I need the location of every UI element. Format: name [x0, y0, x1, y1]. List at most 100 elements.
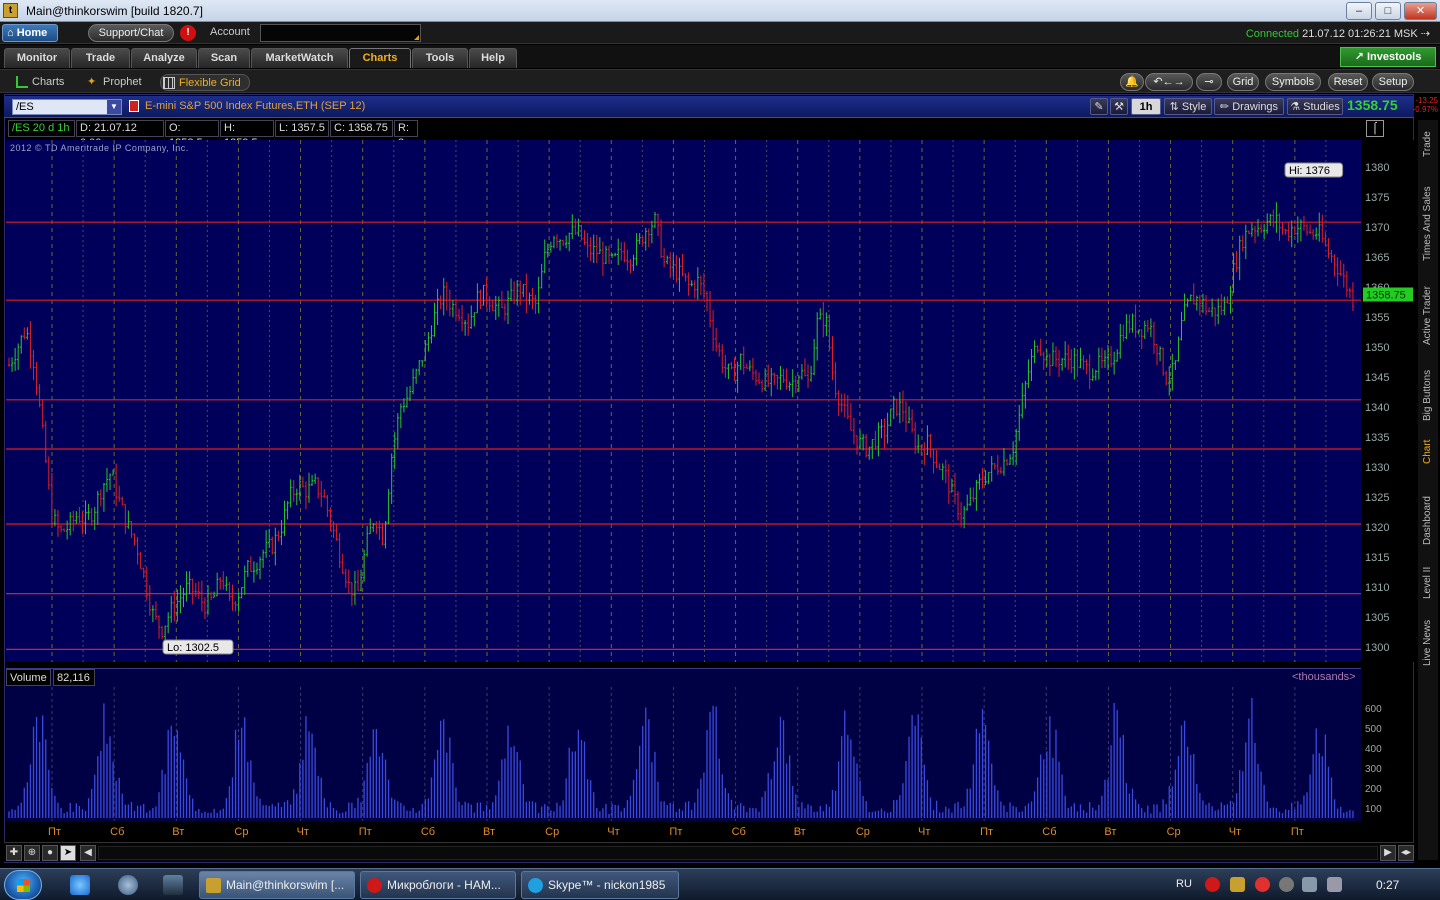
pan-tool[interactable]: ● — [42, 845, 58, 861]
day-label: Ср — [856, 826, 870, 838]
tab-monitor[interactable]: Monitor — [4, 48, 70, 68]
day-label: Ср — [234, 826, 248, 838]
nav-arrows-button[interactable]: ↶←→ — [1145, 73, 1193, 91]
rail-active-trader[interactable]: Active Trader — [1419, 280, 1437, 352]
lo-marker-text: Lo: 1302.5 — [167, 642, 219, 654]
price-tick-label: 1350 — [1365, 342, 1389, 354]
price-chart[interactable]: Hi: 1376 Lo: 1302.5 — [6, 140, 1361, 662]
zoom-tool[interactable]: ⊕ — [24, 845, 40, 861]
task-opera[interactable]: Микроблоги - НАМ... — [360, 871, 516, 899]
day-label: Сб — [1042, 826, 1056, 838]
wrench-icon: ⚒ — [1114, 101, 1124, 113]
timeframe-selector[interactable]: 1h — [1131, 98, 1161, 115]
tab-tools[interactable]: Tools — [412, 48, 468, 68]
prophet-icon: ✦ — [87, 76, 97, 88]
style-icon: ⇅ — [1169, 101, 1182, 113]
setup-button[interactable]: Setup — [1372, 73, 1414, 91]
rail-dashboard[interactable]: Dashboard — [1419, 488, 1437, 554]
horizontal-scrollbar[interactable] — [98, 846, 1378, 860]
pointer-tool[interactable]: ➤ — [60, 845, 76, 861]
tab-scan[interactable]: Scan — [198, 48, 250, 68]
bell-button[interactable]: 🔔 — [1120, 73, 1144, 91]
volume-tray-icon[interactable] — [1327, 877, 1342, 892]
minimize-button[interactable]: – — [1346, 2, 1372, 20]
tab-charts[interactable]: Charts — [349, 48, 411, 68]
support-chat-button[interactable]: Support/Chat — [88, 24, 174, 42]
copyright-text: 2012 © TD Ameritrade IP Company, Inc. — [10, 143, 189, 153]
grid-button[interactable]: Grid — [1227, 73, 1259, 91]
ie-icon[interactable] — [70, 875, 90, 895]
opera-tray-icon[interactable] — [1205, 877, 1220, 892]
reset-button[interactable]: Reset — [1328, 73, 1368, 91]
symbol-link-icon[interactable] — [129, 100, 139, 112]
home-label: Home — [16, 27, 48, 39]
media-player-icon[interactable] — [118, 875, 138, 895]
windows-taskbar: Main@thinkorswim [... Микроблоги - НАМ..… — [0, 868, 1440, 900]
task-skype[interactable]: Skype™ - nickon1985 — [521, 871, 679, 899]
show-desktop-icon[interactable] — [163, 875, 183, 895]
tab-marketwatch[interactable]: MarketWatch — [251, 48, 348, 68]
app-tray-icon[interactable] — [1230, 877, 1245, 892]
link-button[interactable]: ⊸ — [1196, 73, 1222, 91]
volume-tick-label: 400 — [1365, 744, 1382, 755]
price-tick-label: 1320 — [1365, 522, 1389, 534]
rail-big-buttons[interactable]: Big Buttons — [1419, 362, 1437, 428]
tab-trade[interactable]: Trade — [71, 48, 130, 68]
style-button[interactable]: ⇅ Style — [1164, 98, 1212, 115]
bell-icon: 🔔 — [1125, 76, 1139, 88]
bar-range: R: 2 — [394, 120, 418, 149]
alert-icon[interactable]: ! — [180, 25, 196, 41]
net-change: -13.25 — [1415, 96, 1438, 105]
day-label: Пт — [669, 826, 682, 838]
crosshair-tool[interactable]: ✚ — [6, 845, 22, 861]
tab-help[interactable]: Help — [469, 48, 517, 68]
zoom-icon: ⊕ — [27, 847, 37, 858]
subtab-prophet[interactable]: ✦ Prophet — [85, 74, 142, 91]
tools-button[interactable]: ⚒ — [1110, 98, 1128, 115]
drawing-tools-button[interactable]: ✎ — [1090, 98, 1108, 115]
close-button[interactable]: ✕ — [1404, 2, 1437, 20]
clock-tray-icon[interactable] — [1279, 877, 1294, 892]
task-skype-label: Skype™ - nickon1985 — [548, 878, 666, 892]
rail-level-ii[interactable]: Level II — [1419, 562, 1437, 604]
start-button[interactable] — [4, 870, 42, 900]
investools-button[interactable]: ↗ Investools — [1340, 47, 1436, 67]
language-indicator[interactable]: RU — [1176, 878, 1192, 890]
system-clock[interactable]: 0:27 — [1376, 878, 1399, 892]
chevron-down-icon[interactable]: ▼ — [107, 100, 121, 114]
tab-analyze[interactable]: Analyze — [131, 48, 197, 68]
price-tick-label: 1325 — [1365, 492, 1389, 504]
window-title: Main@thinkorswim [build 1820.7] — [26, 4, 203, 18]
drawings-button[interactable]: ✏ Drawings — [1214, 98, 1284, 115]
bar-close: C: 1358.75 — [330, 120, 393, 137]
symbol-input[interactable]: /ES ▼ — [12, 99, 122, 115]
network-tray-icon[interactable] — [1302, 877, 1317, 892]
last-price-tag-text: 1358.75 — [1366, 290, 1406, 302]
connection-status: Connected 21.07.12 01:26:21 MSK ⇢ — [1246, 27, 1430, 40]
chart-settings-button[interactable]: ⌠ — [1366, 120, 1384, 137]
symbols-button[interactable]: Symbols — [1265, 73, 1321, 91]
day-label: Чт — [607, 826, 619, 838]
task-thinkorswim[interactable]: Main@thinkorswim [... — [199, 871, 355, 899]
rail-times-and-sales[interactable]: Times And Sales — [1419, 178, 1437, 270]
bar-date: D: 21.07.12 0:00 — [76, 120, 164, 149]
subtab-charts[interactable]: Charts — [14, 74, 64, 91]
scroll-left-button[interactable]: ◀ — [80, 845, 96, 861]
account-selector[interactable] — [260, 24, 421, 42]
security-tray-icon[interactable] — [1255, 877, 1270, 892]
sub-tab-bar: Charts ✦ Prophet Flexible Grid 🔔 ↶←→ ⊸ Gr… — [0, 69, 1440, 93]
expand-button[interactable]: ◂▸ — [1398, 845, 1414, 861]
app-icon: t — [3, 3, 18, 18]
studies-button[interactable]: ⚗ Studies — [1287, 98, 1343, 115]
home-button[interactable]: ⌂ Home — [2, 24, 58, 42]
rail-live-news[interactable]: Live News — [1419, 614, 1437, 672]
scroll-right-button[interactable]: ▶ — [1380, 845, 1396, 861]
server-datetime: 21.07.12 01:26:21 MSK — [1302, 28, 1418, 40]
rail-trade[interactable]: Trade — [1419, 124, 1437, 164]
dropdown-corner-icon — [414, 35, 419, 40]
rail-chart[interactable]: Chart — [1419, 435, 1437, 469]
price-chart-svg: Hi: 1376 Lo: 1302.5 — [6, 140, 1361, 662]
home-icon: ⌂ — [7, 27, 17, 39]
maximize-button[interactable]: □ — [1375, 2, 1401, 20]
subtab-flexible-grid[interactable]: Flexible Grid — [160, 74, 250, 91]
